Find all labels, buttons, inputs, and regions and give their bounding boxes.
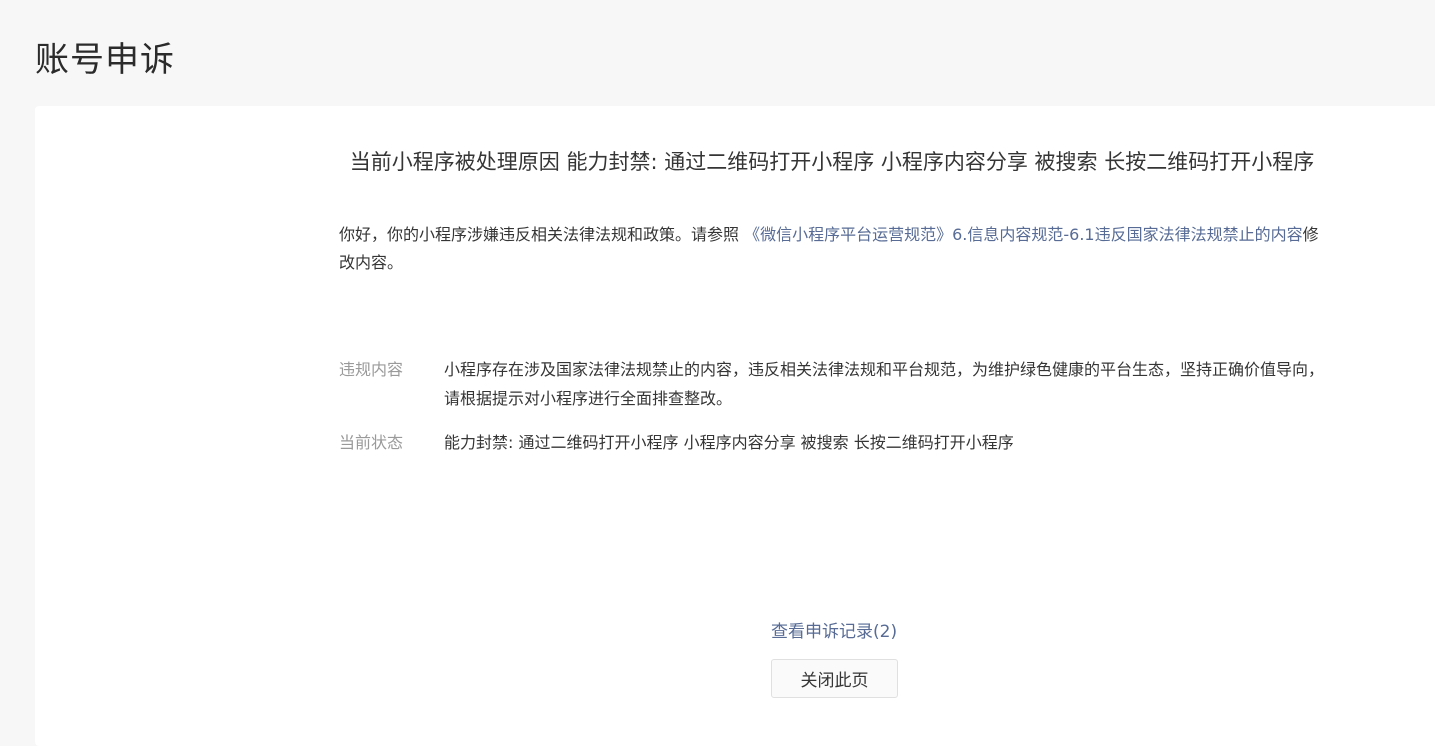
intro-prefix: 你好，你的小程序涉嫌违反相关法律法规和政策。请参照	[339, 225, 745, 244]
violation-value: 小程序存在涉及国家法律法规禁止的内容，违反相关法律法规和平台规范，为维护绿色健康…	[444, 360, 1325, 408]
appeal-card: 当前小程序被处理原因 能力封禁: 通过二维码打开小程序 小程序内容分享 被搜索 …	[35, 106, 1435, 746]
detail-row-violation: 违规内容 小程序存在涉及国家法律法规禁止的内容，违反相关法律法规和平台规范，为维…	[339, 355, 1325, 413]
close-page-button[interactable]: 关闭此页	[771, 659, 898, 698]
appeal-records-link[interactable]: 查看申诉记录(2)	[771, 618, 897, 646]
status-label: 当前状态	[339, 433, 404, 452]
page-title: 账号申诉	[35, 40, 175, 80]
detail-row-status: 当前状态 能力封禁: 通过二维码打开小程序 小程序内容分享 被搜索 长按二维码打…	[339, 428, 1325, 457]
appeal-content: 当前小程序被处理原因 能力封禁: 通过二维码打开小程序 小程序内容分享 被搜索 …	[339, 106, 1325, 472]
detail-list: 违规内容 小程序存在涉及国家法律法规禁止的内容，违反相关法律法规和平台规范，为维…	[339, 355, 1325, 457]
status-value: 能力封禁: 通过二维码打开小程序 小程序内容分享 被搜索 长按二维码打开小程序	[444, 433, 1014, 452]
policy-link[interactable]: 《微信小程序平台运营规范》6.信息内容规范-6.1违反国家法律法规禁止的内容	[744, 225, 1303, 244]
reason-title: 当前小程序被处理原因 能力封禁: 通过二维码打开小程序 小程序内容分享 被搜索 …	[349, 150, 1315, 174]
violation-label: 违规内容	[339, 360, 404, 379]
intro-text: 你好，你的小程序涉嫌违反相关法律法规和政策。请参照 《微信小程序平台运营规范》6…	[339, 180, 1325, 277]
